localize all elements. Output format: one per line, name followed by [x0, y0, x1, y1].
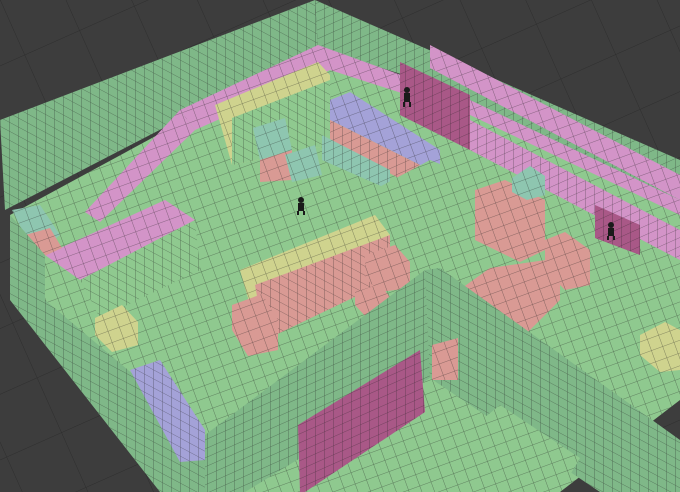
game-viewport[interactable] [0, 0, 680, 492]
level-scene [0, 0, 680, 492]
